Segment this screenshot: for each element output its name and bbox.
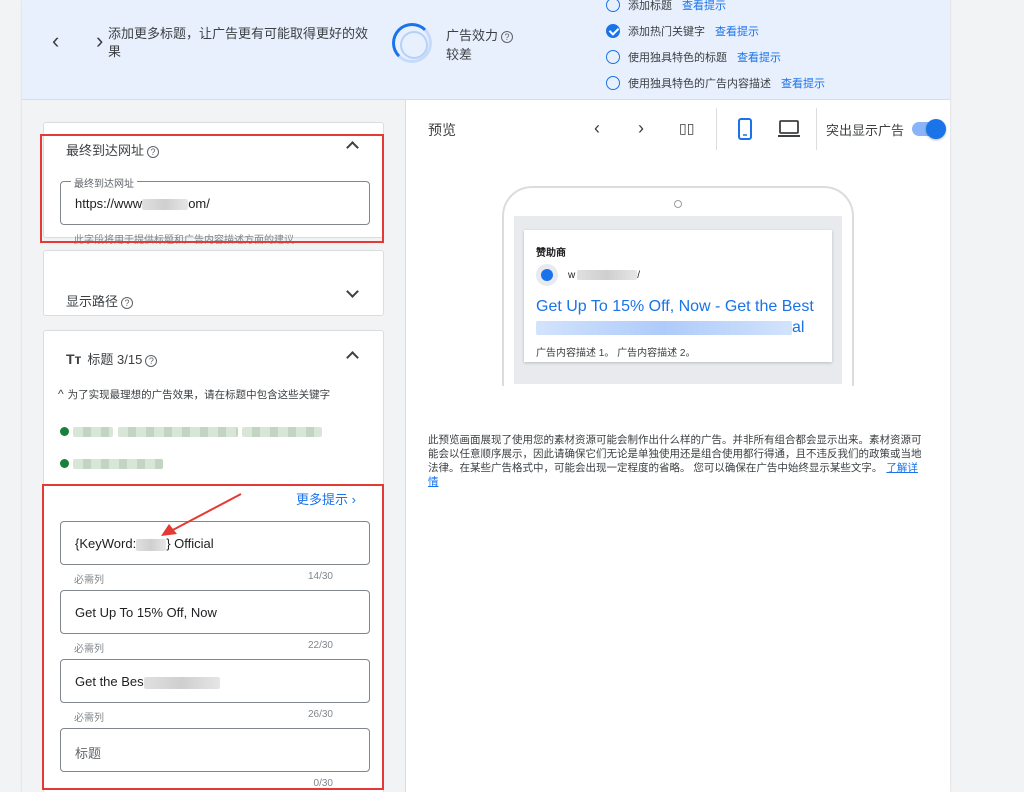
page: ‹ › 添加更多标题，让广告更有可能取得更好的效果 广告效力? 较差 添加标题查… [0,0,1024,792]
char-count: 22/30 [307,640,333,651]
asset-editor-column: 最终到达网址? 最终到达网址 https://www om/ 此字段将用于提供标题… [22,100,406,792]
chevron-right-icon: › [351,492,356,507]
redacted-keyword [117,426,238,437]
redacted-keyword [73,458,164,469]
prev-tip-arrow-icon[interactable]: ‹ [52,30,59,52]
final-url-field[interactable]: 最终到达网址 https://www om/ [60,175,370,225]
sponsored-label: 赞助商 [536,248,566,259]
help-icon[interactable]: ? [145,354,158,367]
ad-description: 广告内容描述 1。 广告内容描述 2。 [536,348,696,359]
help-icon[interactable]: ? [121,296,134,309]
prev-preview-icon[interactable]: ‹ [594,118,600,139]
display-path-card[interactable]: 显示路径? [43,250,384,316]
ad-preview-card: 赞助商 w / Get Up To 15% Off, Now - Get the … [524,230,832,362]
help-icon[interactable]: ? [501,30,514,43]
char-count: 0/30 [313,778,333,789]
annotation-arrow-icon [161,493,242,536]
effectiveness-title: 广告效力? [446,25,514,44]
preview-title: 预览 [428,122,456,138]
headline-field-2[interactable]: Get Up To 15% Off, Now [60,590,370,634]
final-url-title: 最终到达网址? [66,140,160,159]
checklist-item: 使用独具特色的标题 查看提示 [606,44,825,70]
view-tips-link[interactable]: 查看提示 [682,0,726,13]
char-count: 26/30 [307,709,333,720]
redacted-text [142,199,189,211]
next-tip-arrow-icon[interactable]: › [96,30,103,52]
next-preview-icon[interactable]: › [638,118,644,139]
required-hint: 必需列 [74,644,104,655]
camera-icon [674,200,682,208]
headlines-title: Tт 标题 3/15? [66,349,158,368]
mobile-preview-icon[interactable] [738,118,752,140]
final-url-card: 最终到达网址? 最终到达网址 https://www om/ 此字段将用于提供标题… [43,122,384,246]
text-format-icon: Tт [66,351,82,367]
highlight-ads-toggle[interactable] [912,119,946,139]
redacted-text [536,320,792,335]
display-path-title: 显示路径? [66,291,134,310]
check-icon [60,427,69,437]
checklist-item: 添加标题 查看提示 [606,0,825,18]
keyword-suggestion: ^ 为了实现最理想的广告效果，请在标题中包含这些关键字 [58,387,331,401]
effectiveness-checklist: 添加标题 查看提示 添加热门关键字 查看提示 使用独具特色的标题 查看提示 使用独具特… [606,0,825,96]
final-url-field-label: 最终到达网址 [71,175,137,190]
help-icon[interactable]: ? [147,145,160,158]
grid-view-icon[interactable]: ▯▯ [679,120,694,137]
phone-preview-frame: 赞助商 w / Get Up To 15% Off, Now - Get the … [502,186,854,386]
view-tips-link[interactable]: 查看提示 [715,23,759,39]
checklist-item: 添加热门关键字 查看提示 [606,18,825,44]
checked-circle-icon [606,24,620,38]
effectiveness-value: 较差 [446,47,473,62]
check-icon [60,459,69,469]
final-url-value: https://www om/ [75,196,210,211]
expand-chevron-icon[interactable] [346,285,359,298]
toolbar-divider [816,108,817,150]
redacted-text [577,270,638,281]
unchecked-circle-icon [606,76,620,90]
toolbar-divider [716,108,717,150]
ad-headline[interactable]: Get Up To 15% Off, Now - Get the Best al [536,296,826,338]
highlight-ads-label: 突出显示广告 [826,123,905,138]
redacted-keyword [242,426,323,437]
headline-field-3[interactable]: Get the Bes [60,659,370,703]
effectiveness-ring-icon [392,23,432,63]
char-count: 14/30 [307,571,333,582]
headline-field-4[interactable]: 标题 [60,728,370,772]
final-url-hint: 此字段将用于提供标题和广告内容描述方面的建议 [74,235,294,246]
collapse-chevron-icon[interactable] [346,141,359,154]
redacted-text [143,676,220,689]
view-tips-link[interactable]: 查看提示 [737,49,781,65]
redacted-keyword [73,426,114,437]
ad-display-url: w / [568,270,641,281]
desktop-preview-icon[interactable] [778,120,800,138]
redacted-text [136,538,167,551]
chevron-up-icon[interactable]: ^ [58,387,64,401]
more-tips-link[interactable]: 更多提示 › [296,489,356,508]
keyword-row [60,423,323,441]
tip-text: 添加更多标题，让广告更有可能取得更好的效果 [108,26,369,59]
required-hint: 必需列 [74,575,104,586]
unchecked-circle-icon [606,0,620,12]
unchecked-circle-icon [606,50,620,64]
phone-screen: 赞助商 w / Get Up To 15% Off, Now - Get the … [514,216,842,384]
view-tips-link[interactable]: 查看提示 [781,75,825,91]
headlines-card: Tт 标题 3/15? ^ 为了实现最理想的广告效果，请在标题中包含这些关键字 更多… [43,330,384,792]
collapse-chevron-icon[interactable] [346,351,359,364]
globe-icon [536,264,558,286]
keyword-row [60,455,164,473]
preview-disclaimer: 此预览画面展现了使用您的素材资源可能会制作出什么样的广告。并非所有组合都会显示出… [428,434,922,488]
checklist-item: 使用独具特色的广告内容描述 查看提示 [606,70,825,96]
required-hint: 必需列 [74,713,104,724]
